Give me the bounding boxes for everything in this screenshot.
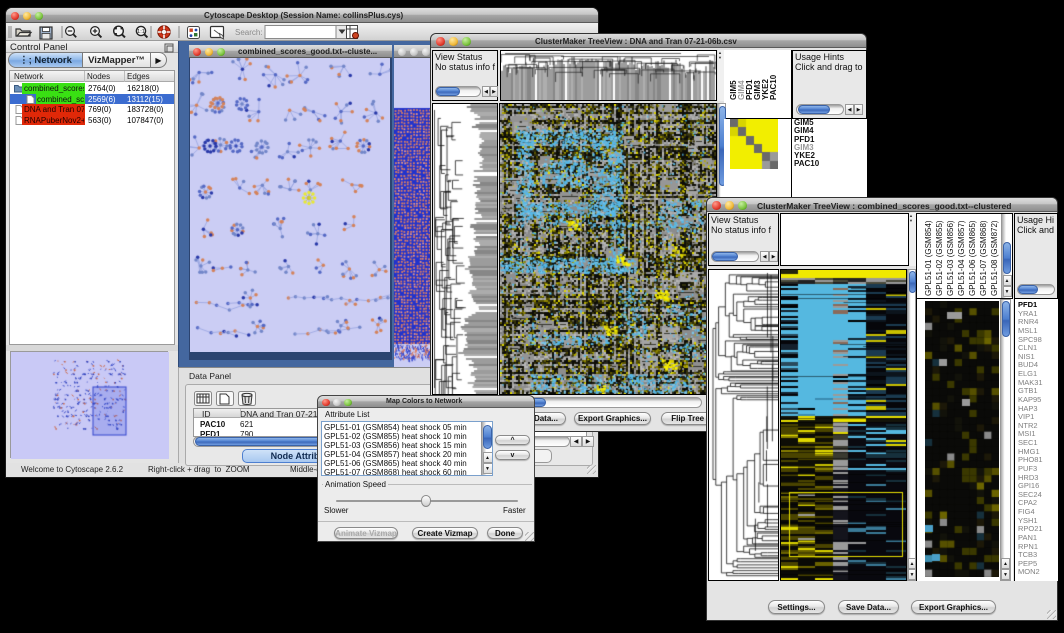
svg-text:1:1: 1:1	[137, 29, 145, 35]
svg-text:Search:: Search:	[235, 28, 263, 37]
